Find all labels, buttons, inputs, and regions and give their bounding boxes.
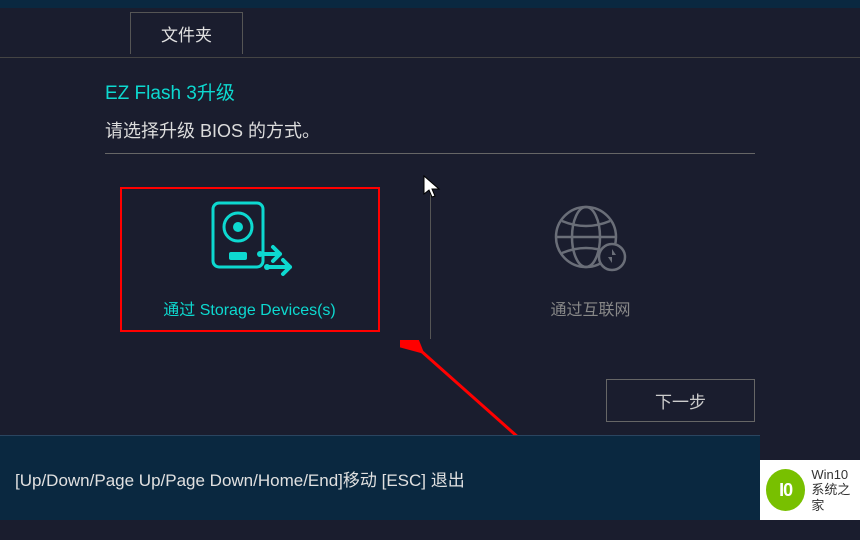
top-band xyxy=(0,0,860,8)
options-row: 通过 Storage Devices(s) xyxy=(105,179,755,339)
page-title: EZ Flash 3升级 xyxy=(105,78,755,105)
watermark-logo: I0 xyxy=(766,469,805,511)
content-area: EZ Flash 3升级 请选择升级 BIOS 的方式。 通过 Storage … xyxy=(0,58,860,339)
next-button[interactable]: 下一步 xyxy=(606,379,755,422)
tab-folder[interactable]: 文件夹 xyxy=(130,12,243,54)
options-divider xyxy=(430,179,431,339)
watermark-line2: 系统之家 xyxy=(811,482,860,513)
watermark-line1: Win10 xyxy=(811,467,860,483)
watermark-text: Win10 系统之家 xyxy=(811,467,860,514)
watermark: I0 Win10 系统之家 xyxy=(760,460,860,520)
next-button-row: 下一步 xyxy=(0,379,860,422)
cursor-icon xyxy=(422,174,442,205)
divider-horizontal xyxy=(105,153,755,154)
option-internet[interactable]: 通过互联网 xyxy=(461,187,721,332)
option-storage-devices[interactable]: 通过 Storage Devices(s) xyxy=(120,187,380,332)
option-internet-label: 通过互联网 xyxy=(550,296,630,320)
page-subtitle: 请选择升级 BIOS 的方式。 xyxy=(105,117,755,143)
tab-bar: 文件夹 xyxy=(0,8,860,58)
option-storage-label: 通过 Storage Devices(s) xyxy=(163,296,336,320)
storage-device-icon xyxy=(205,199,295,284)
globe-icon xyxy=(546,199,636,284)
footer-hint: [Up/Down/Page Up/Page Down/Home/End]移动 [… xyxy=(0,435,760,520)
